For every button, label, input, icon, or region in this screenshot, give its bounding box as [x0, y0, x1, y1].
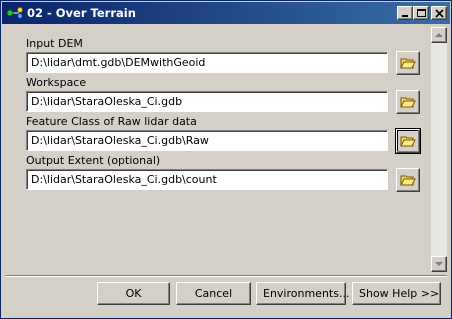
arrow-down-icon	[435, 262, 443, 266]
minimize-button[interactable]	[397, 6, 413, 20]
scroll-down-button[interactable]	[431, 256, 447, 272]
input-dem-label: Input DEM	[26, 37, 83, 50]
maximize-icon	[417, 9, 426, 17]
model-tool-icon	[6, 6, 24, 20]
cancel-button[interactable]: Cancel	[176, 282, 251, 305]
title-bar[interactable]: 02 - Over Terrain	[2, 2, 450, 24]
parameters-panel: Input DEM D:\lidar\dmt.gdb\DEMwithGeoid …	[5, 27, 430, 274]
tool-dialog-window: 02 - Over Terrain Input DEM D:\lidar\dmt…	[0, 0, 452, 319]
close-button[interactable]	[431, 6, 447, 20]
workspace-label: Workspace	[26, 76, 87, 89]
output-extent-field[interactable]: D:\lidar\StaraOleska_Ci.gdb\count	[26, 169, 388, 190]
workspace-field[interactable]: D:\lidar\StaraOleska_Ci.gdb	[26, 91, 388, 112]
minimize-icon	[402, 15, 408, 17]
input-dem-browse-button[interactable]	[396, 51, 420, 75]
window-title: 02 - Over Terrain	[27, 6, 136, 20]
ok-button[interactable]: OK	[97, 282, 170, 305]
open-folder-icon	[400, 175, 416, 186]
raw-lidar-browse-button[interactable]	[395, 128, 421, 154]
show-help-button[interactable]: Show Help >>	[352, 282, 441, 305]
arrow-up-icon	[435, 33, 443, 37]
open-folder-icon	[400, 97, 416, 108]
close-icon	[435, 9, 444, 18]
raw-lidar-field[interactable]: D:\lidar\StaraOleska_Ci.gdb\Raw	[26, 130, 388, 151]
input-dem-field[interactable]: D:\lidar\dmt.gdb\DEMwithGeoid	[26, 52, 388, 73]
output-extent-browse-button[interactable]	[396, 168, 420, 192]
raw-lidar-label: Feature Class of Raw lidar data	[26, 115, 197, 128]
footer-separator	[5, 275, 447, 277]
environments-button[interactable]: Environments...	[256, 282, 349, 305]
open-folder-icon	[400, 58, 416, 69]
maximize-button[interactable]	[413, 6, 429, 20]
workspace-browse-button[interactable]	[396, 90, 420, 114]
open-folder-icon	[400, 136, 416, 147]
output-extent-label: Output Extent (optional)	[26, 154, 161, 167]
vertical-scrollbar[interactable]	[431, 27, 447, 272]
scroll-up-button[interactable]	[431, 27, 447, 43]
